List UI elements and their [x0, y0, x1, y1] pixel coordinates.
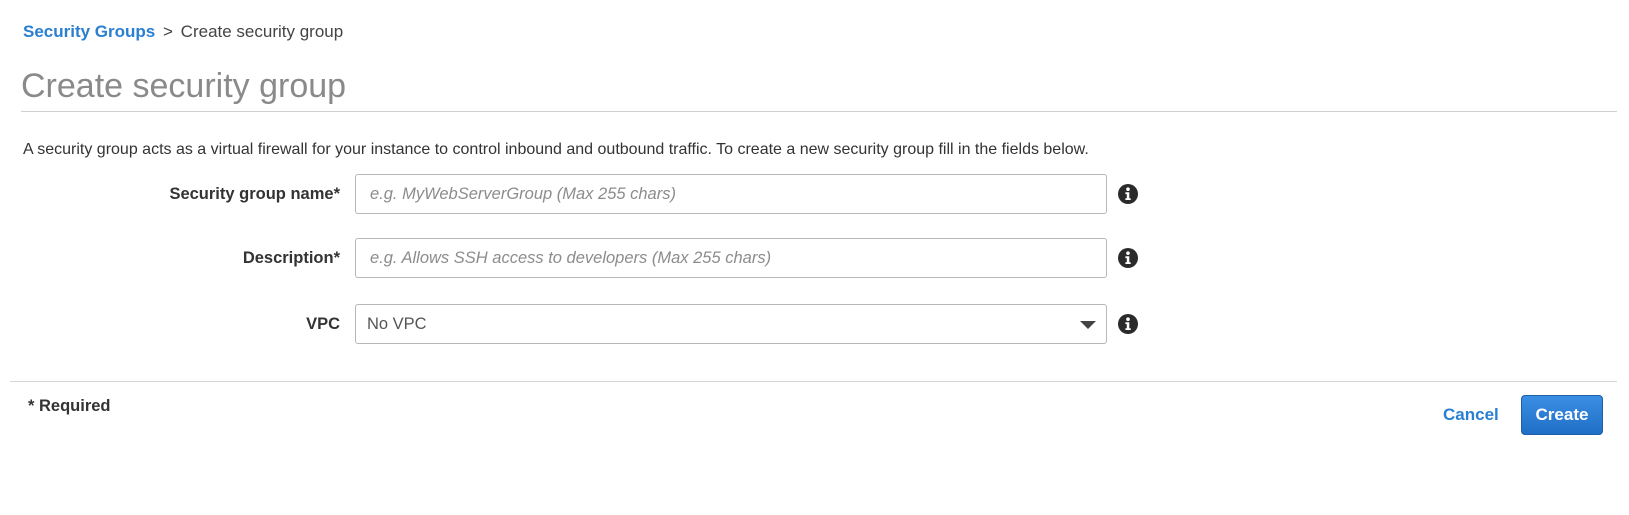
cancel-button[interactable]: Cancel	[1443, 405, 1499, 425]
description-label: Description*	[242, 249, 340, 267]
footer-divider	[10, 381, 1617, 382]
security-group-name-input[interactable]	[355, 174, 1107, 214]
vpc-selected-value: No VPC	[367, 315, 427, 333]
info-circle-icon-graphic	[1118, 314, 1138, 334]
breadcrumb-separator: >	[163, 22, 173, 41]
description-input[interactable]	[355, 238, 1107, 278]
create-button[interactable]: Create	[1521, 395, 1603, 435]
info-circle-icon[interactable]	[1118, 248, 1138, 268]
info-circle-icon-graphic	[1118, 184, 1138, 204]
page-title: Create security group	[21, 67, 347, 105]
info-circle-icon-graphic	[1118, 248, 1138, 268]
breadcrumb: Security Groups > Create security group	[23, 22, 343, 42]
vpc-select[interactable]: No VPC	[355, 304, 1107, 344]
form-row-vpc: VPC No VPC	[0, 304, 1629, 344]
vpc-label: VPC	[306, 315, 340, 333]
required-note: * Required	[28, 397, 111, 415]
intro-text: A security group acts as a virtual firew…	[23, 141, 1089, 158]
breadcrumb-security-groups-link[interactable]: Security Groups	[23, 22, 155, 41]
info-circle-icon[interactable]	[1118, 314, 1138, 334]
form-row-description: Description*	[0, 238, 1629, 278]
form-row-name: Security group name*	[0, 174, 1629, 214]
title-divider	[21, 111, 1617, 112]
caret-down-icon	[1080, 321, 1096, 329]
security-group-name-label: Security group name*	[169, 185, 340, 203]
breadcrumb-current: Create security group	[180, 22, 344, 41]
info-circle-icon[interactable]	[1118, 184, 1138, 204]
